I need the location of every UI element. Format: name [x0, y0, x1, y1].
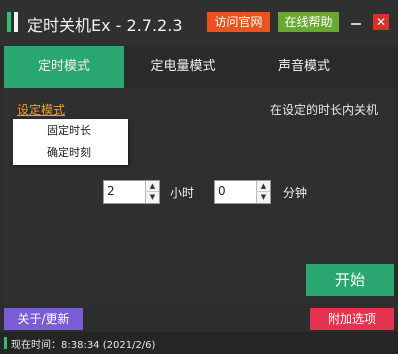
app-title: 定时关机Ex - 2.7.2.3 [27, 16, 183, 35]
minutes-increment-icon[interactable]: ▲ [257, 181, 270, 192]
extra-options-button[interactable]: 附加选项 [310, 308, 394, 330]
visit-site-button[interactable]: 访问官网 [207, 12, 270, 32]
status-indicator [4, 337, 7, 349]
mode-tabs: 定时模式 定电量模式 声音模式 [0, 46, 398, 88]
hours-value[interactable]: 2 [107, 184, 115, 198]
set-mode-link[interactable]: 设定模式 [17, 101, 65, 118]
status-bar: 现在时间：8:38:34 (2021/2/6) [0, 332, 398, 354]
timer-mode-panel: 设定模式 在设定的时长内关机 固定时长 确定时刻 2 ▲ ▼ 小时 0 ▲ ▼ … [4, 88, 394, 306]
mode-dropdown-menu: 固定时长 确定时刻 [13, 119, 128, 165]
current-time-status: 现在时间：8:38:34 (2021/2/6) [11, 340, 156, 351]
hours-spin-arrows: ▲ ▼ [145, 181, 159, 203]
hours-unit-label: 小时 [170, 186, 195, 200]
online-help-button[interactable]: 在线帮助 [278, 12, 339, 32]
tab-battery-mode[interactable]: 定电量模式 [124, 46, 242, 88]
tab-timer-mode[interactable]: 定时模式 [4, 46, 124, 88]
logo-green-bar [7, 12, 11, 32]
app-logo-icon [7, 12, 19, 32]
minutes-unit-label: 分钟 [283, 186, 308, 200]
logo-white-bar [14, 12, 18, 32]
hours-increment-icon[interactable]: ▲ [146, 181, 159, 192]
tab-sound-mode[interactable]: 声音模式 [244, 46, 364, 88]
minutes-spin-arrows: ▲ ▼ [256, 181, 270, 203]
close-button[interactable]: ✕ [373, 14, 389, 30]
app-window: 定时关机Ex - 2.7.2.3 访问官网 在线帮助 ✕ 定时模式 定电量模式 … [0, 0, 398, 354]
hours-spinbox[interactable]: 2 ▲ ▼ [103, 180, 160, 204]
minutes-decrement-icon[interactable]: ▼ [257, 192, 270, 203]
mode-description: 在设定的时长内关机 [269, 103, 378, 117]
minutes-value[interactable]: 0 [218, 184, 226, 198]
about-update-button[interactable]: 关于/更新 [4, 308, 83, 330]
title-bar[interactable]: 定时关机Ex - 2.7.2.3 访问官网 在线帮助 ✕ [0, 0, 398, 46]
minimize-button[interactable] [351, 23, 361, 25]
minutes-spinbox[interactable]: 0 ▲ ▼ [214, 180, 271, 204]
hours-decrement-icon[interactable]: ▼ [146, 192, 159, 203]
menu-item-fixed-duration[interactable]: 固定时长 [13, 120, 128, 142]
start-button[interactable]: 开始 [306, 264, 394, 296]
menu-item-fixed-time[interactable]: 确定时刻 [13, 142, 128, 164]
